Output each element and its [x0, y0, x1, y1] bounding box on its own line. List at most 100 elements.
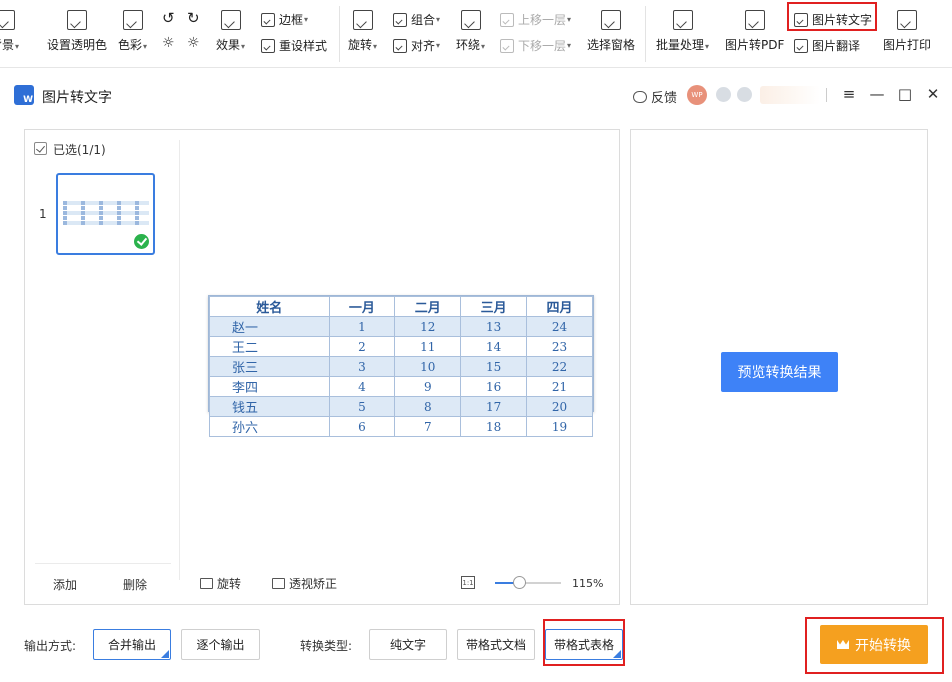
transparent-color-icon — [67, 10, 87, 30]
rotate-right-icon[interactable]: ↻ — [187, 9, 200, 27]
color-button[interactable]: 色彩▾ — [118, 10, 147, 53]
image-translate-label: 图片翻译 — [812, 39, 861, 53]
formatted-table-highlight — [543, 619, 625, 666]
merge-output-button[interactable]: 合并输出 — [93, 629, 171, 660]
rotate-icon — [352, 10, 373, 30]
perspective-correct-button[interactable]: 透视矫正 — [272, 575, 337, 592]
ribbon-divider — [645, 6, 646, 62]
image-print-button[interactable]: 图片打印 — [883, 10, 931, 53]
table-cell: 王二 — [209, 336, 330, 357]
feedback-label: 反馈 — [651, 91, 678, 106]
minimize-icon[interactable]: — — [866, 83, 888, 105]
rotate-image-label: 旋转 — [217, 577, 242, 591]
close-icon[interactable]: ✕ — [922, 83, 944, 105]
delete-button[interactable]: 删除 — [123, 576, 147, 593]
selection-pane-button[interactable]: 选择窗格 — [587, 10, 635, 53]
table-cell: 钱五 — [209, 396, 330, 417]
rotate-menu-button[interactable]: 旋转▾ — [348, 10, 377, 53]
feedback-button[interactable]: 反馈 — [633, 87, 677, 106]
image-thumbnail[interactable] — [56, 173, 155, 255]
convert-type-label: 转换类型: — [300, 639, 353, 653]
brightness-down-icon[interactable]: ☼ — [187, 35, 200, 51]
send-backward-button[interactable]: 下移一层 ▾ — [500, 37, 571, 54]
brightness-up-icon[interactable]: ☼ — [162, 35, 175, 51]
ribbon-toolbar: 背景▾ 设置透明色 色彩▾ ↺ ↻ ☼ ☼ 效果▾ 边框▾ 重设样式 旋转▾ 组… — [0, 0, 952, 68]
table-header-row: 姓名 一月 二月 三月 四月 — [209, 296, 593, 317]
batch-process-button[interactable]: 批量处理▾ — [656, 10, 709, 53]
plain-text-button[interactable]: 纯文字 — [369, 629, 447, 660]
image-list-panel: 已选(1/1) 1 添加 删除 姓名 一月 二月 三月 四月 赵一 1 12 13 24 王二 2 1… — [24, 129, 620, 605]
table-cell: 6 — [328, 416, 396, 437]
select-all-checkbox[interactable] — [34, 142, 47, 155]
table-cell: 9 — [394, 376, 462, 397]
table-row: 钱五 5 8 17 20 — [209, 396, 593, 417]
batch-process-label: 批量处理 — [656, 38, 705, 52]
table-header-cell: 一月 — [328, 296, 396, 317]
group-label: 组合 — [411, 13, 436, 27]
formatted-doc-button[interactable]: 带格式文档 — [457, 629, 535, 660]
preview-result-button[interactable]: 预览转换结果 — [721, 352, 838, 392]
send-backward-icon — [500, 38, 514, 53]
actual-size-icon[interactable]: 1:1 — [461, 576, 475, 589]
member-badge-icon[interactable] — [716, 87, 731, 102]
table-body: 赵一 1 12 13 24 王二 2 11 14 23 张三 3 10 15 22 李四 4 9 16 21 钱五 5 8 1… — [209, 316, 593, 437]
image-print-label: 图片打印 — [883, 38, 932, 52]
table-cell: 18 — [460, 416, 528, 437]
table-header-cell: 姓名 — [209, 296, 330, 317]
background-button[interactable]: 背景▾ — [0, 10, 19, 53]
table-cell: 8 — [394, 396, 462, 417]
image-to-pdf-button[interactable]: 图片转PDF — [725, 10, 784, 53]
thumbnail-table-preview — [63, 201, 149, 228]
table-row: 孙六 6 7 18 19 — [209, 416, 593, 437]
rotate-icon — [200, 578, 213, 589]
effects-label: 效果 — [216, 38, 241, 52]
table-cell: 14 — [460, 336, 528, 357]
single-output-button[interactable]: 逐个输出 — [181, 629, 260, 660]
ribbon-divider — [339, 6, 340, 62]
table-header-cell: 三月 — [460, 296, 528, 317]
wrap-label: 环绕 — [456, 38, 481, 52]
image-to-pdf-label: 图片转PDF — [725, 38, 785, 52]
rotate-left-icon[interactable]: ↺ — [162, 9, 175, 27]
app-logo-icon — [14, 85, 34, 105]
checkmark-icon — [134, 234, 149, 249]
dialog-titlebar: 图片转文字 反馈 WP ≡ — □ ✕ — [0, 68, 952, 124]
table-cell: 赵一 — [209, 316, 330, 337]
effects-button[interactable]: 效果▾ — [216, 10, 245, 53]
align-label: 对齐 — [411, 39, 436, 53]
avatar[interactable]: WP — [687, 85, 707, 105]
group-button[interactable]: 组合 ▾ — [393, 11, 440, 28]
rotate-image-button[interactable]: 旋转 — [200, 575, 241, 592]
table-row: 李四 4 9 16 21 — [209, 376, 593, 397]
table-header-cell: 四月 — [526, 296, 593, 317]
align-button[interactable]: 对齐 ▾ — [393, 37, 440, 54]
wrap-icon — [460, 10, 481, 30]
maximize-icon[interactable]: □ — [894, 83, 916, 105]
add-button[interactable]: 添加 — [53, 576, 77, 593]
image-translate-button[interactable]: 图片翻译 — [794, 37, 860, 54]
list-footer-divider — [35, 563, 171, 564]
thumb-index: 1 — [39, 207, 47, 221]
table-cell: 5 — [328, 396, 396, 417]
menu-icon[interactable]: ≡ — [838, 83, 860, 105]
vip-badge-icon[interactable] — [737, 87, 752, 102]
table-cell: 20 — [526, 396, 593, 417]
table-cell: 13 — [460, 316, 528, 337]
border-button[interactable]: 边框 ▾ — [261, 11, 308, 28]
thumbnail-divider — [179, 140, 180, 580]
wrap-button[interactable]: 环绕▾ — [456, 10, 485, 53]
table-cell: 12 — [394, 316, 462, 337]
table-cell: 10 — [394, 356, 462, 377]
bring-forward-button[interactable]: 上移一层 ▾ — [500, 11, 571, 28]
send-backward-label: 下移一层 — [518, 39, 567, 53]
set-transparent-label: 设置透明色 — [47, 38, 108, 52]
selection-pane-label: 选择窗格 — [587, 38, 636, 52]
reset-style-button[interactable]: 重设样式 — [261, 37, 327, 54]
set-transparent-button[interactable]: 设置透明色 — [47, 10, 107, 53]
zoom-slider-handle[interactable] — [513, 576, 526, 589]
table-cell: 15 — [460, 356, 528, 377]
table-cell: 3 — [328, 356, 396, 377]
table-cell: 4 — [328, 376, 396, 397]
align-icon — [393, 38, 407, 53]
background-icon — [0, 10, 15, 30]
